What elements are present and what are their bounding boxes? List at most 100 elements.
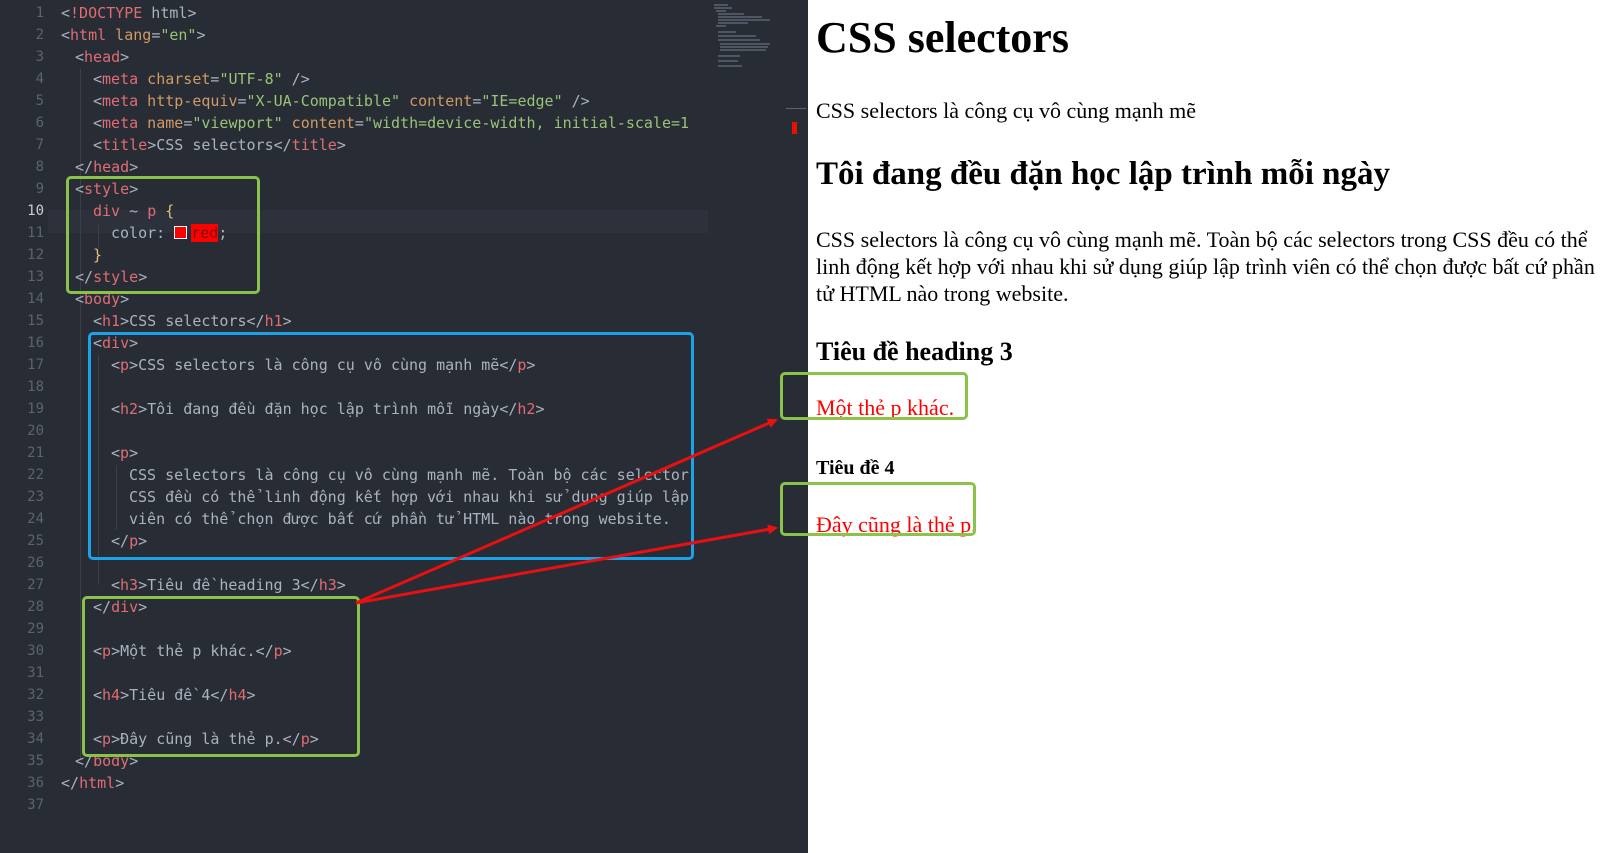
code-line[interactable]: </html>	[61, 772, 124, 795]
token: p	[120, 356, 130, 374]
token: content	[282, 114, 355, 132]
token: !DOCTYPE	[70, 4, 143, 22]
line-number: 8	[35, 159, 44, 175]
scrollbar-error-marker	[792, 122, 797, 134]
code-line[interactable]: <div>	[93, 332, 138, 355]
line-number: 26	[27, 555, 44, 571]
code-line[interactable]: <h1>CSS selectors</h1>	[93, 310, 292, 333]
token: </	[93, 598, 112, 616]
code-line[interactable]: <p>Đây cũng là thẻ p.</p>	[93, 728, 319, 751]
line-number: 32	[27, 687, 44, 703]
code-line[interactable]: <head>	[75, 46, 129, 69]
token: color	[111, 224, 157, 242]
token: h3	[318, 576, 337, 594]
line-number: 19	[27, 401, 44, 417]
token: >	[129, 752, 139, 770]
code-line[interactable]: CSS đều có thể linh động kết hợp với nha…	[129, 486, 709, 509]
code-line[interactable]: <h3>Tiêu đề heading 3</h3>	[111, 574, 346, 597]
code-line[interactable]: div ~ p {	[93, 200, 174, 223]
token: style	[84, 180, 130, 198]
token: p	[120, 444, 130, 462]
token: >	[129, 444, 139, 462]
line-number: 29	[27, 621, 44, 637]
code-line[interactable]: viên có thể chọn được bất cứ phần tử HTM…	[129, 508, 709, 531]
minimap-line	[716, 10, 726, 12]
token: </	[300, 576, 319, 594]
code-editor[interactable]: 1 2 3 4 5 6 7 8 9 10 11 12 13 14 15 16 1…	[0, 0, 808, 853]
token: >	[336, 576, 346, 594]
line-number: 36	[27, 775, 44, 791]
minimap-line	[714, 4, 728, 6]
code-line[interactable]: <meta name="viewport" content="width=dev…	[93, 112, 708, 135]
code-line[interactable]: </head>	[75, 156, 138, 179]
token: >	[196, 26, 206, 44]
preview-paragraph-red: Một thẻ p khác.	[816, 395, 955, 420]
token: div	[111, 598, 139, 616]
indent-guide	[116, 465, 117, 530]
token: <	[93, 312, 103, 330]
token: h4	[102, 686, 121, 704]
minimap[interactable]	[712, 2, 774, 72]
line-number: 9	[35, 181, 44, 197]
minimap-line	[718, 31, 736, 33]
code-line[interactable]: <title>CSS selectors</title>	[93, 134, 346, 157]
token: p	[129, 532, 139, 550]
code-line[interactable]: </p>	[111, 530, 147, 553]
token: ;	[218, 224, 228, 242]
token: html	[142, 4, 188, 22]
token: title	[291, 136, 337, 154]
token: <	[111, 400, 121, 418]
line-number: 13	[27, 269, 44, 285]
token: head	[84, 48, 121, 66]
token: Đây cũng là thẻ p.	[120, 730, 283, 748]
code-line[interactable]: <h2>Tôi đang đều đặn học lập trình mỗi n…	[111, 398, 544, 421]
line-number: 7	[35, 137, 44, 153]
line-number: 10	[27, 203, 44, 219]
token: }	[93, 246, 103, 264]
code-line[interactable]: <meta charset="UTF-8" />	[93, 68, 310, 91]
line-number: 17	[27, 357, 44, 373]
token: h2	[120, 400, 139, 418]
code-line[interactable]: color: red;	[111, 222, 227, 245]
code-line[interactable]: <!DOCTYPE html>	[61, 2, 196, 25]
token: </	[75, 752, 94, 770]
code-line[interactable]: <p>CSS selectors là công cụ vô cùng mạnh…	[111, 354, 535, 377]
code-line[interactable]: </style>	[75, 266, 147, 289]
code-line[interactable]: <p>Một thẻ p khác.</p>	[93, 640, 292, 663]
code-line[interactable]: <h4>Tiêu đề 4</h4>	[93, 684, 256, 707]
token: "viewport"	[192, 114, 283, 132]
code-line[interactable]: }	[93, 244, 102, 267]
preview-paragraph-long: CSS selectors là công cụ vô cùng mạnh mẽ…	[816, 227, 1595, 306]
minimap-line	[718, 22, 748, 24]
token: </	[499, 400, 518, 418]
token: <	[93, 686, 103, 704]
line-number: 22	[27, 467, 44, 483]
token: <	[93, 70, 103, 88]
color-swatch-icon[interactable]	[174, 226, 188, 239]
preview-paragraph-red: Đây cũng là thẻ p.	[816, 512, 977, 537]
token: :	[156, 224, 175, 242]
minimap-line	[718, 19, 770, 21]
token: </	[282, 730, 301, 748]
code-line[interactable]: </div>	[93, 596, 147, 619]
token: "IE=edge"	[481, 92, 563, 110]
token: <	[93, 730, 103, 748]
line-number: 6	[35, 115, 44, 131]
code-line[interactable]: </body>	[75, 750, 138, 773]
token: <	[61, 4, 71, 22]
token: <	[93, 334, 103, 352]
code-line[interactable]: <html lang="en">	[61, 24, 206, 47]
token: h2	[517, 400, 536, 418]
token: </	[499, 356, 518, 374]
code-line[interactable]: <style>	[75, 178, 138, 201]
line-number: 30	[27, 643, 44, 659]
code-line[interactable]: <p>	[111, 442, 138, 465]
token: =	[472, 92, 482, 110]
token: >	[138, 598, 148, 616]
code-line[interactable]: <body>	[75, 288, 129, 311]
code-line[interactable]: CSS selectors là công cụ vô cùng mạnh mẽ…	[129, 464, 709, 487]
code-line[interactable]: <meta http-equiv="X-UA-Compatible" conte…	[93, 90, 590, 113]
token: p	[147, 202, 157, 220]
token: >	[336, 136, 346, 154]
token: "width=device-width, initial-scale=1	[363, 114, 690, 132]
